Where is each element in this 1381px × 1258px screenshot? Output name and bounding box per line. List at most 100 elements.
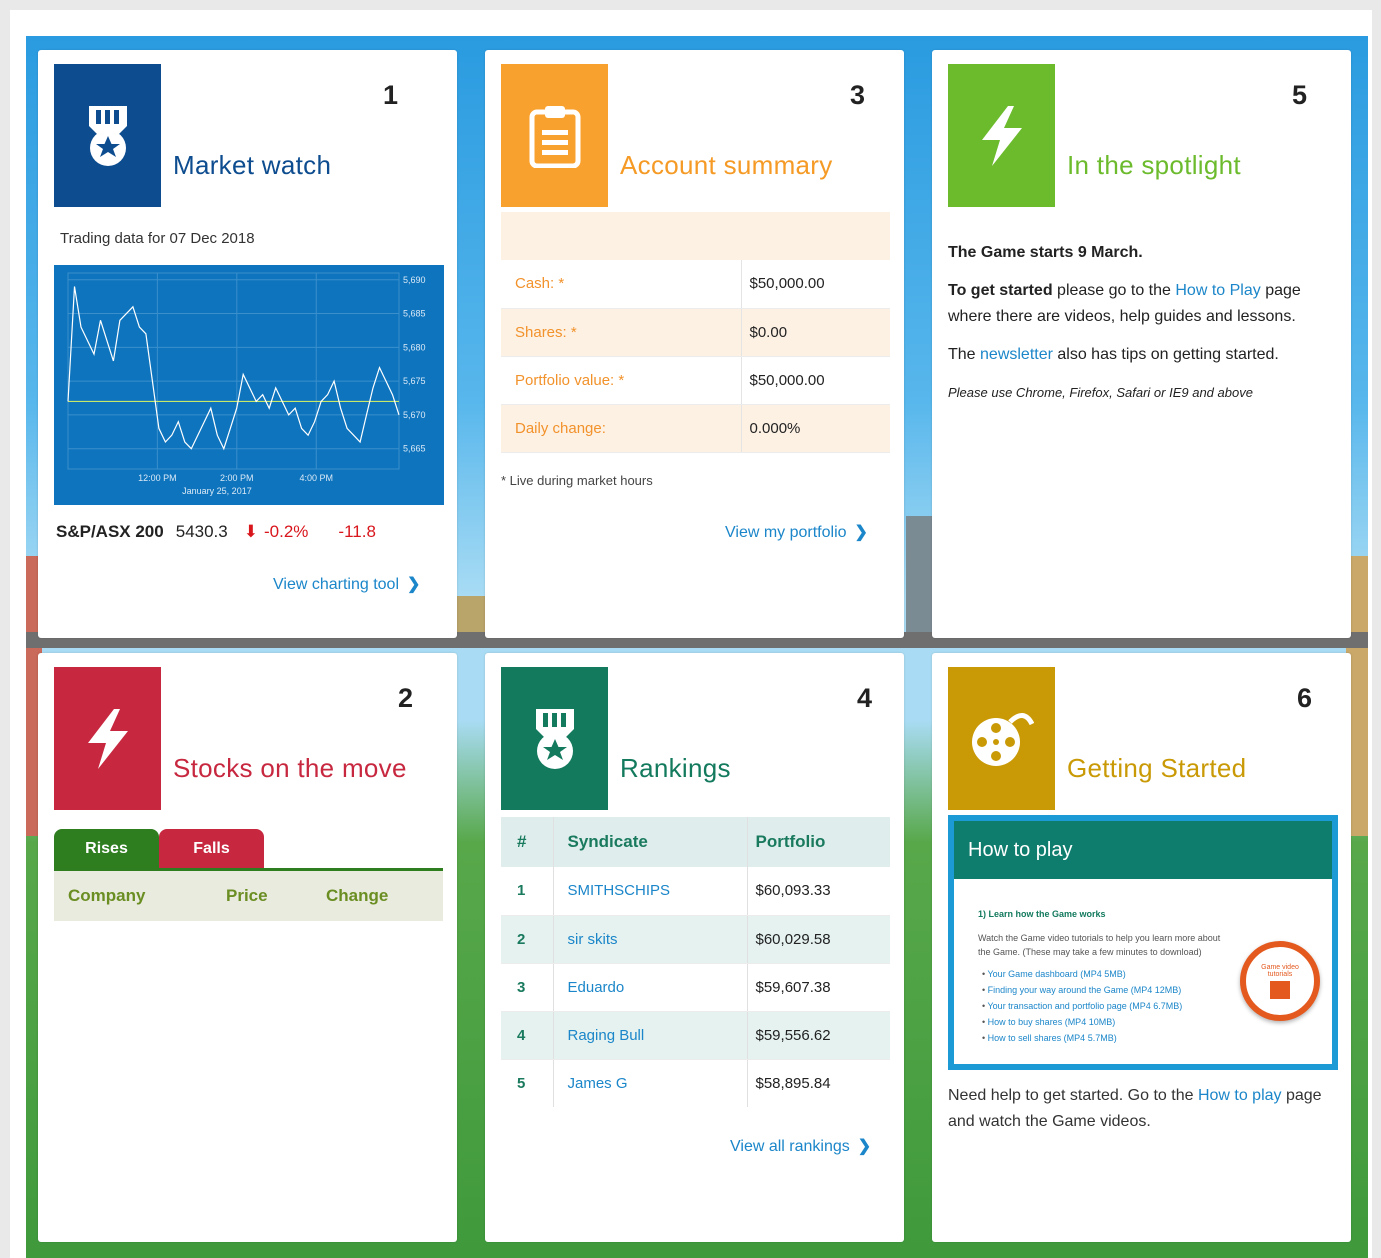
stock-tabs: Rises Falls (54, 829, 264, 869)
video-item-link[interactable]: Your transaction and portfolio page (MP4… (988, 1001, 1183, 1011)
x-tick-label: 2:00 PM (220, 473, 254, 483)
syndicate-link[interactable]: Raging Bull (553, 1011, 748, 1060)
card-title: Market watch (173, 150, 332, 180)
rank-cell: 1 (501, 867, 554, 916)
stock-table-header: Company Price Change (54, 871, 443, 921)
x-tick-label: 4:00 PM (299, 473, 333, 483)
account-value: $0.00 (741, 308, 890, 357)
card-number: 2 (398, 683, 414, 713)
market-watch-icon-box (54, 64, 161, 207)
video-preview: How to play 1) Learn how the Game works … (954, 821, 1332, 1064)
view-my-portfolio-link[interactable]: View my portfolio ❯ (725, 522, 868, 542)
game-start-text: The Game starts 9 March. (948, 244, 1143, 261)
view-charting-tool-link[interactable]: View charting tool ❯ (273, 574, 420, 594)
table-row: 2 sir skits $60,029.58 (501, 915, 890, 964)
y-tick-label: 5,675 (403, 376, 426, 386)
chevron-right-icon: ❯ (857, 1138, 872, 1155)
video-tutorials-badge[interactable]: Game video tutorials (1240, 941, 1320, 1021)
column-price: Price (226, 886, 268, 905)
account-label: Shares: * (501, 308, 742, 357)
rank-cell: 2 (501, 915, 554, 964)
newsletter-link[interactable]: newsletter (980, 346, 1053, 363)
video-item-link[interactable]: Finding your way around the Game (MP4 12… (988, 985, 1182, 995)
y-tick-label: 5,690 (403, 275, 426, 285)
how-to-play-video-thumbnail[interactable]: How to play 1) Learn how the Game works … (948, 815, 1338, 1070)
x-axis-caption: January 25, 2017 (182, 486, 252, 496)
index-name: S&P/ASX 200 (56, 522, 164, 541)
video-text: Watch the Game video tutorials to help y… (978, 933, 1221, 957)
video-item-link[interactable]: How to buy shares (MP4 10MB) (988, 1017, 1116, 1027)
card-title: Getting Started (1067, 753, 1247, 783)
market-chart: 5,690 5,685 5,680 5,675 5,670 5,665 12:00 PM 2:… (54, 265, 444, 505)
rankings-table: # Syndicate Portfolio 1 SMITHSCHIPS $60,… (501, 817, 890, 1107)
tab-falls[interactable]: Falls (159, 829, 264, 869)
syndicate-link[interactable]: Eduardo (553, 963, 748, 1012)
table-row: 1 SMITHSCHIPS $60,093.33 (501, 867, 890, 916)
video-heading: 1) Learn how the Game works (978, 909, 1106, 919)
video-item: • How to sell shares (MP4 5.7MB) (982, 1033, 1117, 1043)
spotlight-card: 5 In the spotlight The Game starts 9 Mar… (932, 50, 1351, 638)
table-row: 4 Raging Bull $59,556.62 (501, 1011, 890, 1060)
newsletter-paragraph: The newsletter also has tips on getting … (948, 342, 1343, 368)
card-number: 4 (857, 683, 873, 713)
y-tick-label: 5,665 (403, 444, 426, 454)
film-reel-icon (971, 712, 1034, 766)
column-company: Company (68, 886, 146, 905)
syndicate-link[interactable]: SMITHSCHIPS (553, 867, 748, 916)
table-row: 5 James G $58,895.84 (501, 1059, 890, 1107)
portfolio-cell: $58,895.84 (755, 1074, 831, 1092)
account-label: Cash: * (501, 260, 742, 309)
account-value: 0.000% (741, 404, 890, 453)
table-header-row: # Syndicate Portfolio (501, 817, 890, 867)
medal-icon (535, 708, 574, 769)
video-item: • Your transaction and portfolio page (M… (982, 1001, 1183, 1011)
account-value: $50,000.00 (741, 260, 890, 309)
rankings-icon-box (501, 667, 608, 810)
getting-started-paragraph: To get started please go to the How to P… (948, 278, 1343, 330)
link-label: View all rankings (730, 1138, 850, 1155)
link-label: View charting tool (273, 576, 399, 593)
rankings-card: 4 Rankings # Syndicate Portfolio 1 SMITH… (485, 653, 904, 1242)
video-item-link[interactable]: Your Game dashboard (MP4 5MB) (988, 969, 1126, 979)
rank-cell: 4 (501, 1011, 554, 1060)
column-syndicate: Syndicate (553, 817, 748, 867)
syndicate-link[interactable]: James G (553, 1059, 748, 1107)
card-number: 5 (1292, 80, 1308, 110)
index-summary: S&P/ASX 200 5430.3 ⬇ -0.2% -11.8 (56, 522, 376, 542)
live-note: * Live during market hours (501, 473, 653, 488)
text: please go to the (1052, 282, 1176, 299)
view-all-rankings-link[interactable]: View all rankings ❯ (730, 1136, 871, 1156)
badge-label: Game video tutorials (1261, 963, 1299, 978)
chevron-right-icon: ❯ (407, 576, 421, 593)
account-value: $50,000.00 (741, 356, 890, 405)
card-title: In the spotlight (1067, 150, 1241, 180)
link-label: View my portfolio (725, 524, 847, 541)
rank-cell: 5 (501, 1059, 554, 1107)
browser-note: Please use Chrome, Firefox, Safari or IE… (948, 385, 1253, 400)
trading-date-label: Trading data for 07 Dec 2018 (60, 230, 255, 247)
chevron-right-icon: ❯ (854, 524, 868, 541)
card-title: Stocks on the move (173, 753, 407, 783)
getting-started-card: 6 Getting Started How to play 1) Learn h… (932, 653, 1351, 1242)
video-item: • Finding your way around the Game (MP4 … (982, 985, 1182, 995)
price-series-line (67, 286, 400, 451)
video-item: • Your Game dashboard (MP4 5MB) (982, 969, 1126, 979)
syndicate-link[interactable]: sir skits (553, 915, 748, 964)
card-number: 1 (383, 80, 399, 110)
spotlight-body: The Game starts 9 March. To get started … (948, 240, 1343, 418)
y-tick-label: 5,670 (403, 410, 426, 420)
market-watch-card: 1 Market watch Trading data for 07 Dec 2… (38, 50, 457, 638)
table-row: Cash: * $50,000.00 (501, 260, 890, 309)
y-tick-label: 5,685 (403, 309, 426, 319)
video-item-link[interactable]: How to sell shares (MP4 5.7MB) (988, 1033, 1117, 1043)
how-to-play-link[interactable]: How to Play (1175, 282, 1260, 299)
account-table: Cash: * $50,000.00 Shares: * $0.00 Portf… (501, 260, 890, 453)
column-change: Change (326, 886, 389, 905)
down-arrow-icon: ⬇ (243, 522, 258, 541)
account-table-header (501, 212, 890, 260)
how-to-play-link[interactable]: How to play (1198, 1087, 1282, 1104)
table-row: 3 Eduardo $59,607.38 (501, 963, 890, 1012)
x-tick-label: 12:00 PM (138, 473, 177, 483)
bold-lead: To get started (948, 282, 1053, 299)
tab-rises[interactable]: Rises (54, 829, 159, 869)
